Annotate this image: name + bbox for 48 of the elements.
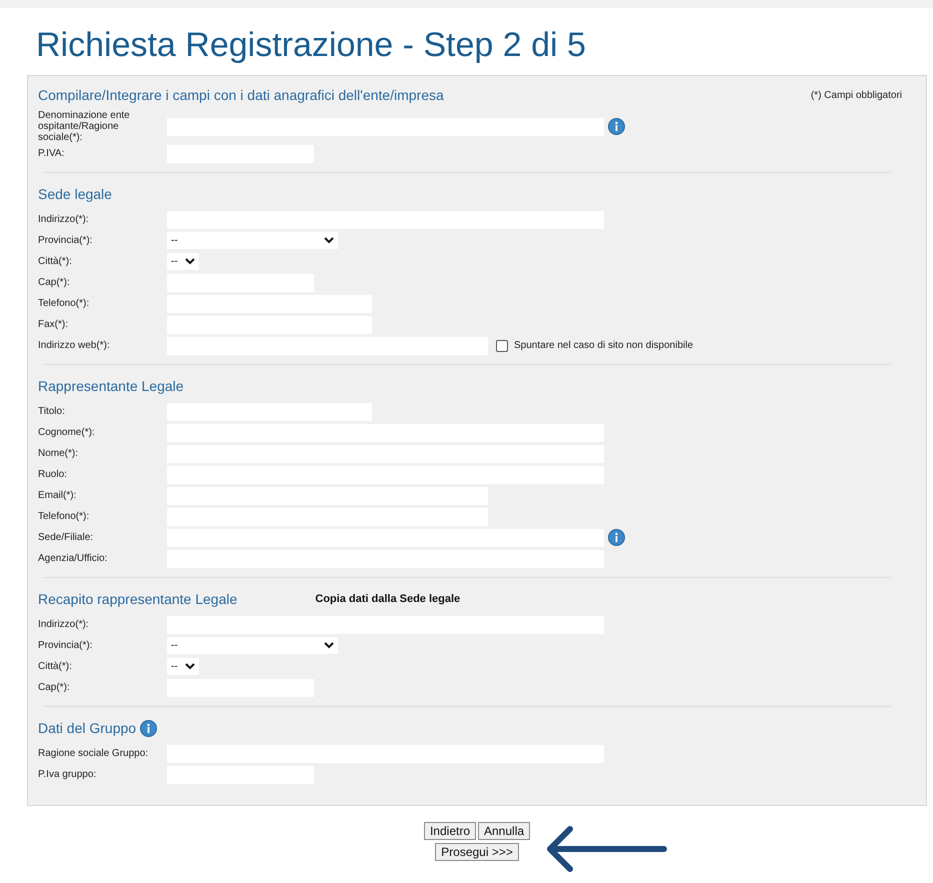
field-label: Indirizzo(*): — [38, 619, 90, 630]
field-label: Cap(*): — [38, 682, 71, 693]
field-label: Ragione sociale Gruppo: — [38, 748, 150, 759]
field-label: P.IVA: — [38, 148, 66, 159]
chevron-down-icon — [324, 642, 334, 649]
field-label: Agenzia/Ufficio: — [38, 553, 108, 564]
dropdown[interactable]: -- — [167, 253, 199, 270]
section-heading: Recapito rappresentante Legale — [38, 591, 238, 607]
chevron-down-icon — [185, 663, 195, 670]
field-label: Cognome(*): — [38, 427, 96, 438]
chevron-down-icon — [185, 258, 195, 265]
dropdown[interactable]: -- — [167, 637, 338, 654]
left-arrow-icon — [544, 824, 670, 874]
field-label: Telefono(*): — [38, 298, 90, 309]
field-label: Cap(*): — [38, 277, 71, 288]
field-label: Città(*): — [38, 661, 73, 672]
section-heading: Dati del Gruppo — [38, 720, 136, 736]
field-label: Indirizzo(*): — [38, 214, 90, 225]
field-label: Denominazione ente ospitante/Ragione sociale(*): — [38, 110, 131, 143]
field-label: Telefono(*): — [38, 511, 90, 522]
info-icon[interactable] — [140, 720, 158, 736]
info-icon[interactable] — [608, 118, 625, 135]
section-heading: Rappresentante Legale — [38, 378, 184, 394]
dropdown[interactable]: -- — [167, 658, 199, 675]
form-button[interactable]: Prosegui >>> — [435, 843, 519, 861]
field-label: Fax(*): — [38, 319, 69, 330]
field-label: Nome(*): — [38, 448, 80, 459]
field-label: Sede/Filiale: — [38, 532, 94, 543]
page-title: Richiesta Registrazione - Step 2 di 5 — [36, 26, 587, 65]
field-label: Email(*): — [38, 490, 78, 501]
copy-data-link[interactable]: Copia dati dalla Sede legale — [315, 593, 460, 605]
checkbox[interactable] — [496, 340, 508, 352]
field-label: Ruolo: — [38, 469, 68, 480]
field-label: Città(*): — [38, 256, 73, 267]
dropdown[interactable]: -- — [167, 232, 338, 249]
info-icon[interactable] — [608, 529, 625, 546]
field-label: P.Iva gruppo: — [38, 769, 98, 780]
checkbox-label: Spuntare nel caso di sito non disponibile — [514, 340, 694, 351]
chevron-down-icon — [324, 237, 334, 244]
section-heading: Compilare/Integrare i campi con i dati anagrafici dell'ente/impresa — [38, 87, 444, 103]
field-label: Titolo: — [38, 406, 66, 417]
field-label: Provincia(*): — [38, 640, 94, 651]
section-heading: Sede legale — [38, 186, 112, 202]
form-button[interactable]: Indietro — [424, 822, 476, 840]
field-label: Provincia(*): — [38, 235, 94, 246]
required-fields-note: (*) Campi obbligatori — [810, 90, 902, 100]
field-label: Indirizzo web(*): — [38, 340, 111, 351]
form-button[interactable]: Annulla — [478, 822, 530, 840]
